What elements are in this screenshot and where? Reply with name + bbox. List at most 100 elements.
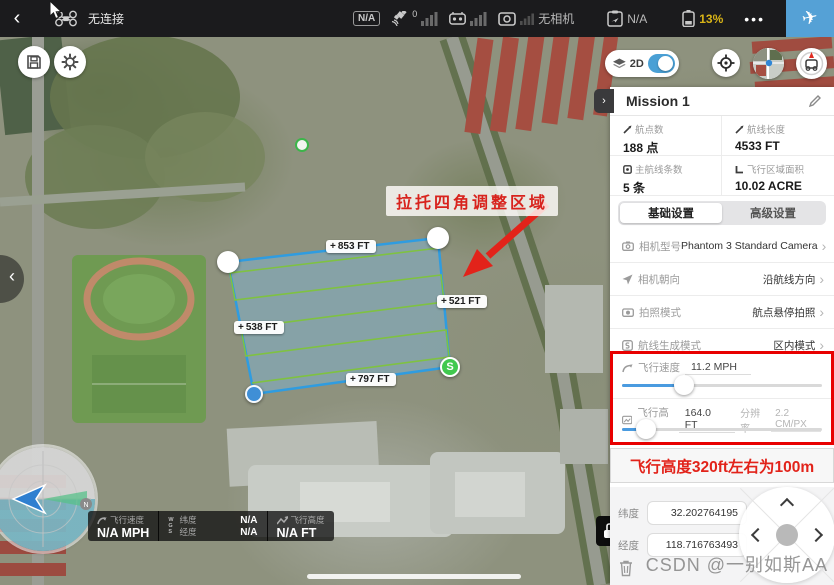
panel-collapse-tab[interactable]: ›: [594, 89, 614, 113]
start-point-handle[interactable]: S: [440, 357, 460, 377]
corner-handle-bottomleft[interactable]: [245, 385, 263, 403]
map-marker[interactable]: [295, 138, 309, 152]
mission-header: Mission 1: [610, 87, 834, 116]
dpad-center-button[interactable]: [776, 524, 798, 546]
dpad-up-button[interactable]: [780, 498, 794, 512]
mission-title: Mission 1: [626, 93, 808, 109]
layers-icon: [613, 58, 626, 70]
setting-camera-model[interactable]: 相机型号 Phantom 3 Standard Camera ›: [610, 230, 834, 263]
edge-length-right[interactable]: +521 FT: [437, 295, 487, 308]
route-length-icon: [735, 125, 744, 134]
wgs-label: WGS: [168, 517, 173, 535]
checklist-status: N/A: [627, 12, 647, 26]
telemetry-coords: WGS 纬度N/A 经度N/A: [159, 511, 267, 541]
chevron-right-icon: ›: [819, 271, 824, 287]
gray-building-right: [545, 285, 603, 373]
remote-controller-icon: [449, 12, 466, 25]
edit-pencil-icon[interactable]: [808, 94, 822, 108]
gray-building-right2: [560, 409, 608, 464]
edge-length-left[interactable]: +538 FT: [234, 321, 284, 334]
2d-toggle[interactable]: [648, 54, 675, 73]
dpad-left-button[interactable]: [751, 528, 765, 542]
back-button[interactable]: ‹: [0, 0, 34, 37]
gps-count: 0: [412, 9, 417, 19]
drag-plus-icon: +: [350, 374, 356, 385]
area-ruler-icon: [735, 165, 744, 174]
speed-icon: [97, 516, 107, 525]
telemetry-altitude: 飞行高度 N/A FT: [268, 511, 334, 541]
altitude-slider-row: 飞行高度 164.0 FT 分辨率 2.2 CM/PX: [613, 398, 831, 442]
map-mode-label: 2D: [630, 58, 644, 70]
telemetry-lat-value: N/A: [240, 515, 257, 526]
signal-bars-icon: [421, 12, 438, 26]
home-indicator: [307, 574, 521, 579]
drag-plus-icon: +: [238, 322, 244, 333]
mission-panel: › Mission 1 航点数 188 点 航线长度 4533 FT 主航线条数…: [610, 87, 834, 585]
corner-handle-topright[interactable]: [427, 227, 449, 249]
mission-stats: 航点数 188 点 航线长度 4533 FT 主航线条数 5 条 飞行区域面积 …: [610, 116, 834, 196]
waypoint-icon: [623, 125, 632, 134]
camera-icon: [622, 241, 634, 251]
lat-input[interactable]: 32.202764195: [647, 501, 747, 525]
tab-advanced-settings[interactable]: 高级设置: [722, 203, 824, 223]
settings-button[interactable]: [54, 46, 86, 78]
battery-icon: [682, 10, 695, 27]
telemetry-bar: 飞行速度 N/A MPH WGS 纬度N/A 经度N/A 飞行高度 N/A FT: [88, 511, 334, 541]
altitude-note-annotation: 飞行高度320ft左右为100m: [610, 448, 834, 483]
setting-photo-mode[interactable]: 拍照模式 航点悬停拍照 ›: [610, 296, 834, 329]
sports-field: [72, 255, 206, 423]
route-mode-icon: [622, 340, 633, 351]
drag-plus-icon: +: [441, 296, 447, 307]
more-menu-button[interactable]: •••: [734, 11, 775, 27]
altitude-slider-knob[interactable]: [636, 419, 656, 439]
telemetry-speed: 飞行速度 N/A MPH: [88, 511, 159, 541]
compass-button[interactable]: [796, 48, 827, 79]
lng-label: 经度: [618, 538, 642, 553]
checklist-icon: [607, 10, 623, 27]
drag-hint-annotation: 拉托四角调整区域: [386, 186, 558, 216]
delete-mission-icon[interactable]: [618, 559, 634, 577]
corner-handle-topleft[interactable]: [217, 251, 239, 273]
minimap-thumbnail: [753, 48, 784, 79]
airplane-icon: ✈: [800, 6, 820, 32]
edge-length-bottom[interactable]: +797 FT: [346, 373, 396, 386]
main-lines-icon: [623, 165, 632, 174]
drag-plus-icon: +: [330, 241, 336, 252]
photo-mode-icon: [622, 307, 634, 317]
stat-area: 飞行区域面积 10.02 ACRE: [722, 156, 834, 196]
altitude-icon: [277, 516, 288, 525]
settings-tabs: 基础设置 高级设置: [618, 201, 826, 225]
speed-slider[interactable]: [622, 384, 822, 387]
signal-bars-icon: [470, 12, 487, 26]
satellite-icon: [391, 11, 408, 26]
telemetry-lng-value: N/A: [240, 527, 257, 538]
heading-send-icon: [622, 274, 633, 285]
stat-route-length: 航线长度 4533 FT: [722, 116, 834, 156]
locate-button[interactable]: [712, 49, 740, 77]
telemetry-alt-value: N/A FT: [277, 526, 325, 540]
battery-percent: 13%: [699, 12, 723, 26]
chevron-right-icon: ›: [819, 304, 824, 320]
stat-waypoints: 航点数 188 点: [610, 116, 722, 156]
lat-label: 纬度: [618, 506, 642, 521]
edge-length-top[interactable]: +853 FT: [326, 240, 376, 253]
connection-status: 无连接: [88, 10, 124, 27]
chevron-right-icon: ›: [822, 238, 827, 254]
gear-icon: [61, 53, 79, 71]
compass-n-label: N: [83, 502, 88, 509]
speed-value: 11.2 MPH: [685, 361, 751, 375]
tab-basic-settings[interactable]: 基础设置: [620, 203, 722, 223]
top-status-bar: ‹ 无连接 N/A 0 无相机 N/A 13% ••• ✈: [0, 0, 834, 37]
dpad-right-button[interactable]: [809, 528, 823, 542]
speed-slider-knob[interactable]: [674, 375, 694, 395]
setting-camera-heading[interactable]: 相机朝向 沿航线方向 ›: [610, 263, 834, 296]
minimap-button[interactable]: [753, 48, 784, 79]
flight-speed-icon: [622, 363, 633, 373]
altitude-slider[interactable]: [622, 428, 822, 431]
save-mission-button[interactable]: [18, 46, 50, 78]
flight-params-highlight-box: 飞行速度 11.2 MPH 飞行高度 164.0 FT 分辨率 2.2 CM/P…: [610, 351, 834, 445]
map-mode-pill: 2D: [605, 50, 679, 77]
stat-main-lines: 主航线条数 5 条: [610, 156, 722, 196]
takeoff-button[interactable]: ✈: [786, 0, 834, 37]
telemetry-lat-label: 纬度: [180, 514, 197, 526]
